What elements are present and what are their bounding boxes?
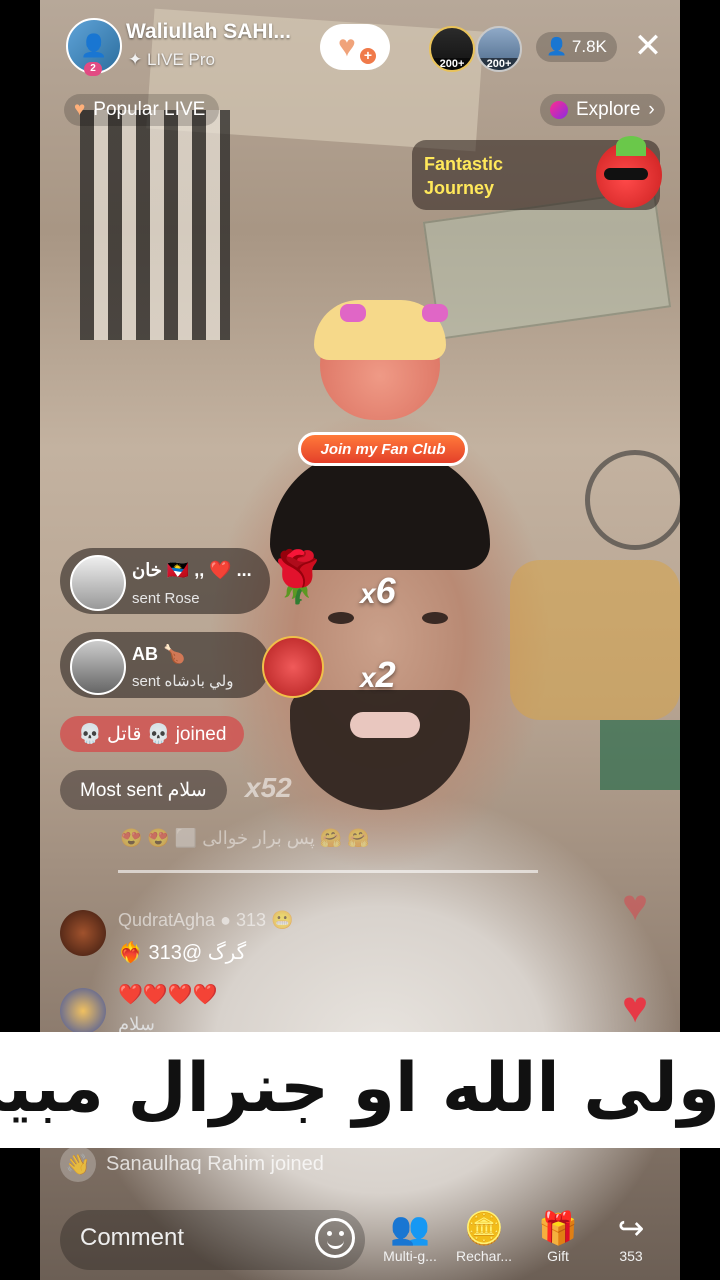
multi-guest-label: Multi-g... (383, 1248, 437, 1264)
divider (118, 870, 538, 873)
avatar[interactable] (70, 639, 126, 695)
floating-heart-icon: ♥ (622, 983, 649, 1032)
host-subtitle: ✦ LIVE Pro (128, 50, 216, 69)
gift-combo-count: x2 (360, 654, 396, 695)
gift-label: Gift (547, 1248, 569, 1264)
fantastic-line2: Journey (424, 178, 495, 198)
floating-heart-icon: ♥ (622, 881, 649, 930)
top-viewer-avatar[interactable]: 200+ (429, 26, 475, 72)
host-eye (328, 612, 354, 624)
comment-text: ❤️‍🔥 گرگ @313 (118, 942, 247, 964)
comment-author: QudratAgha ● 313 😬 (118, 910, 294, 930)
avatar[interactable] (60, 988, 106, 1034)
user-joined-pill: 💀 قاتل 💀 joined (60, 716, 245, 752)
popular-live-label: Popular LIVE (93, 99, 206, 120)
most-sent-combo: x52 (245, 772, 292, 803)
gift-combo-count: x6 (360, 570, 396, 611)
rose-icon: 🌹 (266, 549, 329, 605)
background-green-shape (600, 720, 680, 790)
comment-text: ❤️❤️❤️❤️ (118, 984, 218, 1006)
share-count: 353 (619, 1248, 643, 1264)
avatar[interactable] (60, 910, 106, 956)
caption-text: ولی الله او جنرال مبین (0, 1049, 720, 1128)
chevron-right-icon: › (648, 99, 655, 120)
background-orange-shape (510, 560, 680, 720)
multi-guest-button[interactable]: 👥 Multi-g... (374, 1208, 446, 1264)
person-icon: 👤 (546, 37, 568, 56)
comment-placeholder: Comment (80, 1224, 185, 1251)
caption-banner: ولی الله او جنرال مبین (0, 1032, 720, 1148)
recharge-icon: 🪙 (464, 1210, 504, 1246)
follow-button[interactable]: ♥ + (320, 24, 390, 70)
recharge-label: Rechar... (455, 1248, 513, 1264)
close-icon[interactable]: ✕ (630, 28, 666, 64)
join-notice-text: Sanaulhaq Rahim joined (106, 1152, 324, 1175)
gift-icon: 🎁 (538, 1210, 578, 1246)
most-sent-pill[interactable]: Most sent سلام (60, 770, 227, 810)
explore-button[interactable]: Explore › (540, 94, 665, 126)
background-wheel (585, 450, 680, 550)
fantastic-line1: Fantastic (424, 154, 504, 174)
viewer-count[interactable]: 👤 7.8K (536, 32, 617, 62)
host-eye (422, 612, 448, 624)
gift-sender-name: خان 🇦🇬 ,, ❤️ ... (132, 560, 252, 580)
faded-comment: 😍 😍 ⬜ پس برار خوالی 🤗 🤗 (120, 828, 370, 848)
emoji-icon[interactable] (315, 1218, 355, 1258)
avatar[interactable] (70, 555, 126, 611)
multi-guest-icon: 👥 (390, 1210, 430, 1246)
gift-sender-name: AB 🍗 (132, 644, 186, 664)
heart-icon: ♥ (74, 99, 86, 120)
share-icon: ↪ (617, 1210, 645, 1246)
explore-label: Explore (576, 99, 641, 120)
share-button[interactable]: ↪ 353 (595, 1208, 667, 1264)
fantastic-journey-title: Fantastic Journey (424, 152, 544, 200)
explore-icon (550, 101, 568, 119)
host-level-badge: 2 (84, 62, 102, 76)
background-stripes (80, 110, 230, 340)
gift-action: sent Rose (132, 590, 200, 607)
gift-action: sent ولي بادشاه (132, 673, 234, 690)
top-viewer-avatar[interactable]: 200+ (476, 26, 522, 72)
host-mouth (350, 712, 420, 738)
host-name[interactable]: Waliullah SAHI... (126, 20, 291, 44)
join-fan-club-button[interactable]: Join my Fan Club (298, 432, 468, 466)
badshah-gift-icon (262, 636, 324, 698)
fan-club-mascot[interactable] (300, 300, 470, 430)
host-beard (290, 690, 470, 810)
wave-hand-icon: 👋 (60, 1146, 96, 1182)
popular-live-button[interactable]: ♥ Popular LIVE (64, 94, 220, 126)
viewer-rank-badge: 200+ (478, 58, 520, 70)
gift-button[interactable]: 🎁 Gift (522, 1208, 594, 1264)
fruit-mascot-icon (596, 136, 662, 208)
heart-plus-icon: ♥ + (338, 32, 376, 64)
recharge-button[interactable]: 🪙 Rechar... (448, 1208, 520, 1264)
join-notice: 👋 Sanaulhaq Rahim joined (60, 1146, 324, 1182)
viewer-rank-badge: 200+ (431, 58, 473, 70)
viewer-count-value: 7.8K (571, 37, 607, 56)
